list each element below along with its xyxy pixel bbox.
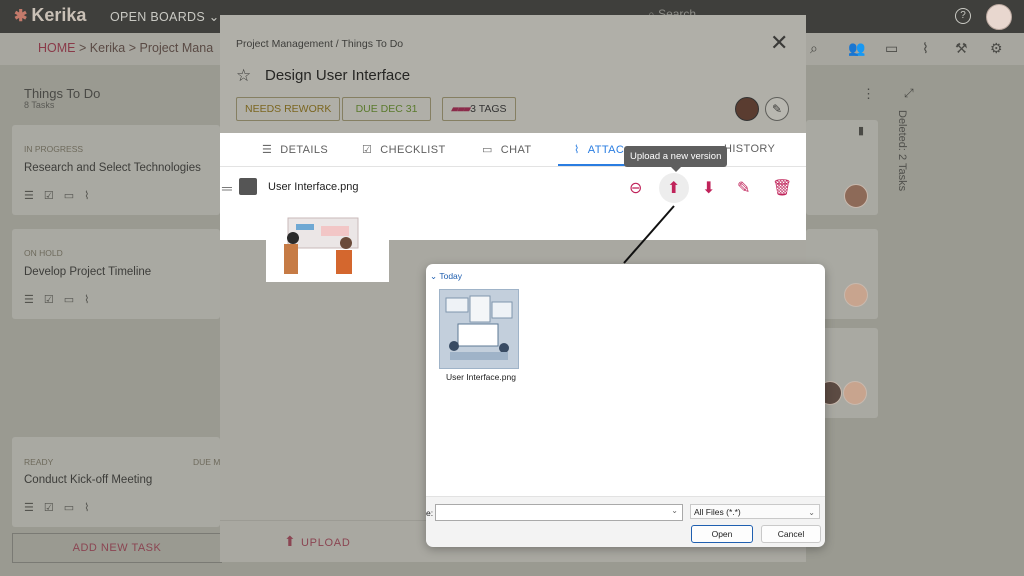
- edit-assignees-icon[interactable]: ✎: [765, 97, 789, 121]
- task-breadcrumb: Project Management / Things To Do: [236, 38, 404, 50]
- add-new-task-button[interactable]: ADD NEW TASK: [12, 533, 222, 563]
- zoom-icon[interactable]: ⌕: [810, 40, 818, 57]
- task-title: Develop Project Timeline: [24, 266, 152, 278]
- tab-attachments-label: ATTAC: [587, 144, 625, 156]
- tab-details[interactable]: ☰ DETAILS: [262, 143, 328, 156]
- tab-details-label: DETAILS: [280, 144, 329, 156]
- avatar: [844, 283, 868, 307]
- upload-new-version-icon[interactable]: ⬆: [667, 178, 680, 198]
- tags-chip[interactable]: ▰▰▰ 3 TAGS: [442, 97, 516, 121]
- filename-label: e:: [426, 508, 434, 518]
- breadcrumb-separator: >: [128, 41, 137, 55]
- task-card-icons: ☰☑▭⌇: [24, 294, 100, 306]
- tooltip-tail: [671, 167, 681, 172]
- chevron-down-icon: ⌄: [430, 271, 440, 281]
- breadcrumb-separator: >: [78, 41, 87, 55]
- image-file-icon: [239, 178, 257, 195]
- gear-icon[interactable]: ⚙: [990, 40, 1003, 57]
- app-logo[interactable]: ✱ Kerika: [14, 5, 86, 26]
- chat-icon[interactable]: ▭: [885, 40, 898, 57]
- task-title: Conduct Kick-off Meeting: [24, 474, 153, 486]
- lane-task-count: 8 Tasks: [24, 100, 55, 110]
- assignee-avatar[interactable]: [735, 97, 759, 121]
- lane-menu-icon[interactable]: ⋮: [862, 86, 875, 102]
- tag-icon: ▰▰▰: [451, 103, 471, 115]
- cancel-button[interactable]: Cancel: [761, 525, 821, 543]
- task-card-icons: ☰☑▭⌇: [24, 190, 100, 202]
- file-thumbnail[interactable]: [439, 289, 519, 369]
- link-icon[interactable]: ⊖: [629, 178, 642, 198]
- deleted-tasks-column[interactable]: Deleted: 2 Tasks: [896, 110, 908, 191]
- open-boards-label: OPEN BOARDS: [110, 10, 205, 24]
- tags-chip-label: 3 TAGS: [470, 103, 507, 115]
- close-icon[interactable]: ✕: [770, 30, 788, 56]
- task-card[interactable]: [806, 120, 878, 215]
- chat-icon: ▭: [482, 144, 493, 156]
- chevron-down-icon[interactable]: ⌄: [671, 506, 678, 515]
- help-icon[interactable]: ?: [955, 8, 971, 24]
- filetype-select[interactable]: All Files (*.*) ⌄: [690, 504, 820, 519]
- breadcrumb-kerika[interactable]: Kerika: [90, 41, 125, 55]
- thumbnail-illustration: [284, 217, 359, 274]
- attachment-filename[interactable]: User Interface.png: [268, 181, 359, 193]
- task-title[interactable]: Design User Interface: [265, 67, 410, 84]
- task-status: ON HOLD: [24, 248, 63, 258]
- app-logo-text: Kerika: [31, 5, 87, 25]
- attachment-thumbnail[interactable]: [266, 208, 389, 282]
- upload-button[interactable]: ⬆ UPLOAD: [284, 533, 350, 550]
- chevron-down-icon: ⌄: [808, 508, 815, 517]
- drag-handle-icon[interactable]: ═: [222, 180, 232, 196]
- kerika-logo-icon: ✱: [14, 7, 28, 25]
- edit-icon[interactable]: ✎: [737, 178, 750, 198]
- file-thumbnail-illustration: [445, 295, 513, 360]
- filetype-value: All Files (*.*): [694, 507, 741, 517]
- paperclip-icon[interactable]: ⌇: [922, 40, 929, 57]
- tab-chat[interactable]: ▭ CHAT: [482, 143, 532, 156]
- delete-icon[interactable]: 🗑: [772, 178, 792, 198]
- team-icon[interactable]: 👥: [848, 40, 865, 57]
- active-tab-indicator: [558, 164, 628, 166]
- tab-checklist-label: CHECKLIST: [380, 144, 446, 156]
- tooltip: Upload a new version: [624, 146, 728, 167]
- download-icon[interactable]: ⬇: [702, 178, 715, 198]
- due-date-chip[interactable]: DUE DEC 31: [342, 97, 431, 121]
- task-card-icons: ☰☑▭⌇: [24, 502, 100, 514]
- tab-history[interactable]: HISTORY: [724, 143, 775, 155]
- file-name[interactable]: User Interface.png: [446, 372, 516, 382]
- breadcrumb-board[interactable]: Project Mana: [140, 41, 214, 55]
- paperclip-icon: ⌇: [574, 144, 580, 156]
- expand-icon[interactable]: ⤢: [904, 86, 914, 101]
- upload-icon: ⬆: [284, 533, 302, 549]
- checkbox-icon: ☑: [362, 144, 373, 156]
- lane-title: Things To Do: [24, 86, 101, 101]
- annotation-arrow: [623, 205, 675, 264]
- status-chip[interactable]: NEEDS REWORK: [236, 97, 341, 121]
- chevron-down-icon: ⌄: [208, 10, 220, 24]
- group-header-label: Today: [439, 271, 463, 281]
- task-due: DUE M: [193, 457, 221, 467]
- open-boards-menu[interactable]: OPEN BOARDS ⌄: [110, 9, 220, 24]
- task-title: Research and Select Technologies: [24, 162, 201, 174]
- wrench-icon[interactable]: ⚒: [955, 40, 968, 57]
- list-icon: ☰: [262, 144, 273, 156]
- breadcrumb-home[interactable]: HOME: [38, 41, 76, 55]
- star-icon[interactable]: ☆: [236, 66, 251, 86]
- tab-checklist[interactable]: ☑ CHECKLIST: [362, 143, 446, 156]
- task-status: READY: [24, 457, 54, 467]
- group-header[interactable]: ⌄ Today: [430, 271, 462, 282]
- avatar: [844, 184, 868, 208]
- filename-input[interactable]: ⌄: [435, 504, 683, 521]
- tab-attachments[interactable]: ⌇ ATTAC: [574, 143, 624, 156]
- breadcrumb: HOME > Kerika > Project Mana: [38, 41, 213, 55]
- open-button[interactable]: Open: [691, 525, 753, 543]
- tab-chat-label: CHAT: [500, 144, 532, 156]
- upload-label: UPLOAD: [301, 537, 351, 549]
- bookmark-icon: ▮: [858, 125, 865, 137]
- user-avatar[interactable]: [986, 4, 1012, 30]
- task-status: IN PROGRESS: [24, 144, 84, 154]
- avatar: [843, 381, 867, 405]
